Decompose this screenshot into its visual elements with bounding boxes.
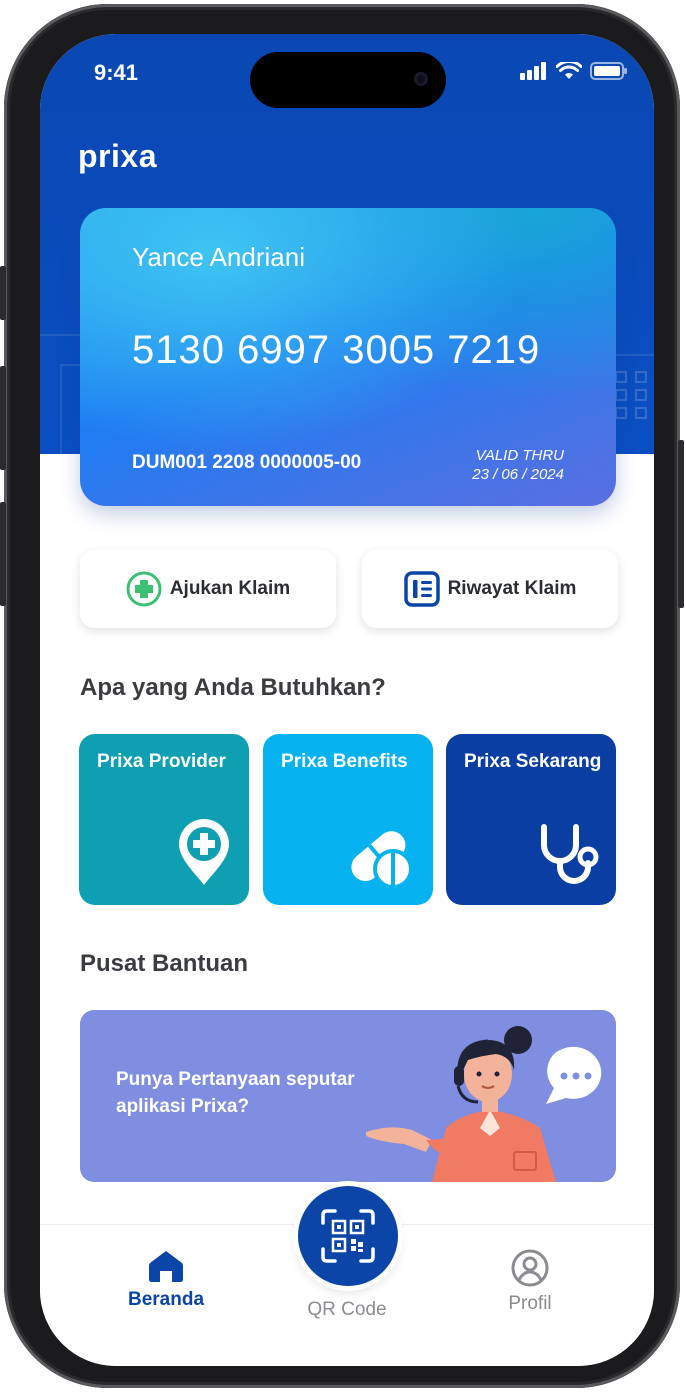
tile-label: Prixa Provider [97,751,226,772]
policy-number: DUM001 2208 0000005-00 [132,452,362,473]
status-bar: 9:41 [40,34,654,114]
front-camera [414,72,428,86]
tab-home-label: Beranda [127,1289,205,1310]
prixa-logo: prixa [78,138,157,174]
help-section-title: Pusat Bantuan [80,950,249,977]
tab-qr-label: QR Code [307,1299,387,1320]
stethoscope-icon [541,824,599,884]
tile-prixa-provider[interactable]: Prixa Provider [79,734,249,905]
dynamic-island [250,52,446,108]
status-icons [520,62,628,80]
plus-circle-icon [126,571,162,607]
tab-qr-code[interactable]: QR Code [277,1299,417,1321]
tile-prixa-sekarang[interactable]: Prixa Sekarang [446,734,616,905]
card-number: 5130 6997 3005 7219 [132,328,541,372]
pills-icon [351,831,413,889]
signal-icon [520,62,546,80]
tile-prixa-benefits[interactable]: Prixa Benefits [263,734,433,905]
wifi-icon [556,62,582,79]
card-validity: VALID THRU 23 / 06 / 2024 [472,446,564,484]
tile-label: Prixa Sekarang [464,751,602,772]
user-circle-icon [511,1249,549,1287]
help-banner-text: Punya Pertanyaan seputar aplikasi Prixa? [116,1069,355,1117]
submit-claim-button[interactable]: Ajukan Klaim [80,550,336,628]
map-pin-plus-icon [179,819,229,885]
customer-support-illustration [366,1026,602,1182]
notebook-icon [403,571,440,607]
insurance-card[interactable]: Yance Andriani 5130 6997 3005 7219 DUM00… [80,208,616,506]
building-windows-decoration [615,371,647,419]
volume-up-button [0,366,6,470]
status-time: 9:41 [94,60,139,85]
tab-profile-label: Profil [508,1293,552,1314]
claim-history-label: Riwayat Klaim [447,578,577,599]
mute-switch [0,266,6,320]
submit-claim-label: Ajukan Klaim [169,578,291,599]
power-button [678,440,684,608]
qr-code-icon [321,1209,375,1263]
screen: 9:41 prixa Yance Andriani 5130 6997 3005… [40,34,654,1366]
claim-history-button[interactable]: Riwayat Klaim [362,550,618,628]
battery-icon [590,62,627,80]
tile-label: Prixa Benefits [281,751,408,772]
card-holder-name: Yance Andriani [132,242,305,272]
home-icon [149,1251,183,1282]
tab-profile[interactable]: Profil [460,1249,600,1315]
volume-down-button [0,502,6,606]
tab-home[interactable]: Beranda [96,1249,236,1311]
qr-scan-button[interactable] [298,1186,398,1286]
valid-thru-label: VALID THRU [475,447,564,464]
phone-frame: 9:41 prixa Yance Andriani 5130 6997 3005… [0,4,684,1388]
needs-section-title: Apa yang Anda Butuhkan? [80,674,386,701]
help-center-banner[interactable]: Punya Pertanyaan seputar aplikasi Prixa? [80,1010,616,1182]
valid-thru-date: 23 / 06 / 2024 [472,466,564,483]
